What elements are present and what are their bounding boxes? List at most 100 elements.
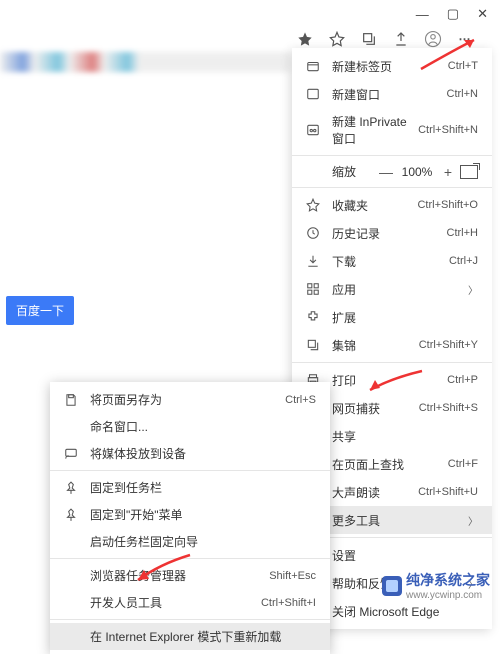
chevron-right-icon: 〉	[468, 282, 478, 297]
menu-separator	[50, 619, 330, 620]
menu-new-tab[interactable]: 新建标签页 Ctrl+T	[292, 52, 492, 80]
close-button[interactable]: ✕	[477, 6, 488, 22]
submenu-launch-guide[interactable]: 启动任务栏固定向导	[50, 528, 330, 555]
menu-shortcut: Ctrl+T	[448, 60, 478, 72]
submenu-label: 固定到"开始"菜单	[90, 506, 316, 523]
more-menu-button[interactable]: ⋯	[456, 30, 474, 48]
window-icon	[304, 86, 322, 102]
submenu-task-manager[interactable]: 浏览器任务管理器 Shift+Esc	[50, 562, 330, 589]
menu-separator	[292, 155, 492, 156]
minimize-button[interactable]: —	[416, 7, 429, 22]
collections-icon[interactable]	[360, 30, 378, 48]
menu-separator	[50, 558, 330, 559]
menu-label: 大声朗读	[332, 484, 418, 501]
share-icon[interactable]	[392, 30, 410, 48]
menu-shortcut: Ctrl+F	[448, 458, 478, 470]
menu-favorites[interactable]: 收藏夹 Ctrl+Shift+O	[292, 191, 492, 219]
history-icon	[304, 225, 322, 241]
menu-label: 更多工具	[332, 512, 462, 529]
download-icon	[304, 253, 322, 269]
menu-shortcut: Ctrl+J	[449, 255, 478, 267]
menu-label: 新建 InPrivate 窗口	[332, 113, 418, 147]
menu-label: 下载	[332, 253, 449, 270]
menu-label: 网页捕获	[332, 400, 419, 417]
submenu-label: 浏览器任务管理器	[90, 567, 269, 584]
watermark-logo-icon	[382, 576, 402, 596]
menu-label: 在页面上查找	[332, 456, 448, 473]
menu-downloads[interactable]: 下载 Ctrl+J	[292, 247, 492, 275]
blank-icon	[62, 568, 80, 584]
menu-label: 共享	[332, 428, 478, 445]
submenu-shortcut: Shift+Esc	[269, 570, 316, 582]
window-controls: — ▢ ✕	[404, 0, 500, 28]
menu-label: 关闭 Microsoft Edge	[332, 603, 478, 620]
menu-new-window[interactable]: 新建窗口 Ctrl+N	[292, 80, 492, 108]
menu-shortcut: Ctrl+Shift+N	[418, 124, 478, 136]
menu-shortcut: Ctrl+Shift+Y	[419, 339, 478, 351]
extensions-icon	[304, 309, 322, 325]
baidu-search-button[interactable]: 百度一下	[6, 296, 74, 325]
submenu-label: 命名窗口...	[90, 418, 316, 435]
submenu-cast[interactable]: 将媒体投放到设备	[50, 440, 330, 467]
menu-shortcut: Ctrl+Shift+S	[419, 402, 478, 414]
profile-icon[interactable]	[424, 30, 442, 48]
menu-history[interactable]: 历史记录 Ctrl+H	[292, 219, 492, 247]
pin-icon	[62, 507, 80, 523]
menu-separator	[50, 470, 330, 471]
submenu-label: 开发人员工具	[90, 594, 261, 611]
blank-icon	[62, 595, 80, 611]
blank-icon	[62, 629, 80, 645]
menu-label: 新建标签页	[332, 58, 448, 75]
menu-label: 收藏夹	[332, 197, 417, 214]
cast-icon	[62, 446, 80, 462]
zoom-in-button[interactable]: +	[436, 164, 460, 180]
menu-zoom: 缩放 — 100% +	[292, 159, 492, 184]
menu-label: 打印	[332, 372, 447, 389]
blurred-content	[0, 52, 290, 72]
submenu-dev-tools[interactable]: 开发人员工具 Ctrl+Shift+I	[50, 589, 330, 616]
menu-shortcut: Ctrl+N	[447, 88, 478, 100]
chevron-right-icon: 〉	[468, 513, 478, 528]
menu-label: 扩展	[332, 309, 478, 326]
zoom-label: 缩放	[332, 163, 374, 180]
submenu-pin-start[interactable]: 固定到"开始"菜单	[50, 501, 330, 528]
menu-new-inprivate[interactable]: 新建 InPrivate 窗口 Ctrl+Shift+N	[292, 108, 492, 152]
menu-label: 应用	[332, 281, 462, 298]
submenu-shortcut: Ctrl+S	[285, 394, 316, 406]
star-icon	[304, 197, 322, 213]
menu-collections[interactable]: 集锦 Ctrl+Shift+Y	[292, 331, 492, 359]
menu-extensions[interactable]: 扩展	[292, 303, 492, 331]
menu-shortcut: Ctrl+P	[447, 374, 478, 386]
submenu-pin-taskbar[interactable]: 固定到任务栏	[50, 474, 330, 501]
menu-label: 历史记录	[332, 225, 447, 242]
submenu-save-as[interactable]: 将页面另存为 Ctrl+S	[50, 386, 330, 413]
submenu-label: 启动任务栏固定向导	[90, 533, 316, 550]
submenu-label: 将页面另存为	[90, 391, 285, 408]
menu-shortcut: Ctrl+Shift+O	[417, 199, 478, 211]
menu-label: 集锦	[332, 337, 419, 354]
maximize-button[interactable]: ▢	[447, 6, 459, 22]
watermark-url: www.ycwinp.com	[406, 590, 490, 601]
blank-icon	[62, 534, 80, 550]
menu-shortcut: Ctrl+Shift+U	[418, 486, 478, 498]
menu-label: 新建窗口	[332, 86, 447, 103]
zoom-out-button[interactable]: —	[374, 164, 398, 180]
blank-icon	[62, 419, 80, 435]
zoom-value: 100%	[398, 165, 436, 179]
browser-toolbar: ⋯	[290, 28, 492, 50]
menu-apps[interactable]: 应用 〉	[292, 275, 492, 303]
favorites-icon[interactable]	[328, 30, 346, 48]
fullscreen-icon[interactable]	[460, 165, 478, 179]
submenu-name-window[interactable]: 命名窗口...	[50, 413, 330, 440]
submenu-label: 将媒体投放到设备	[90, 445, 316, 462]
submenu-ie-mode[interactable]: 在 Internet Explorer 模式下重新加载	[50, 623, 330, 650]
save-icon	[62, 392, 80, 408]
tab-icon	[304, 58, 322, 74]
pin-icon	[62, 480, 80, 496]
apps-icon	[304, 281, 322, 297]
inprivate-icon	[304, 122, 322, 138]
favorite-star-icon[interactable]	[296, 30, 314, 48]
more-tools-submenu: 将页面另存为 Ctrl+S 命名窗口... 将媒体投放到设备 固定到任务栏 固定…	[50, 382, 330, 654]
collections-icon	[304, 337, 322, 353]
watermark: 纯净系统之家 www.ycwinp.com	[382, 570, 490, 601]
